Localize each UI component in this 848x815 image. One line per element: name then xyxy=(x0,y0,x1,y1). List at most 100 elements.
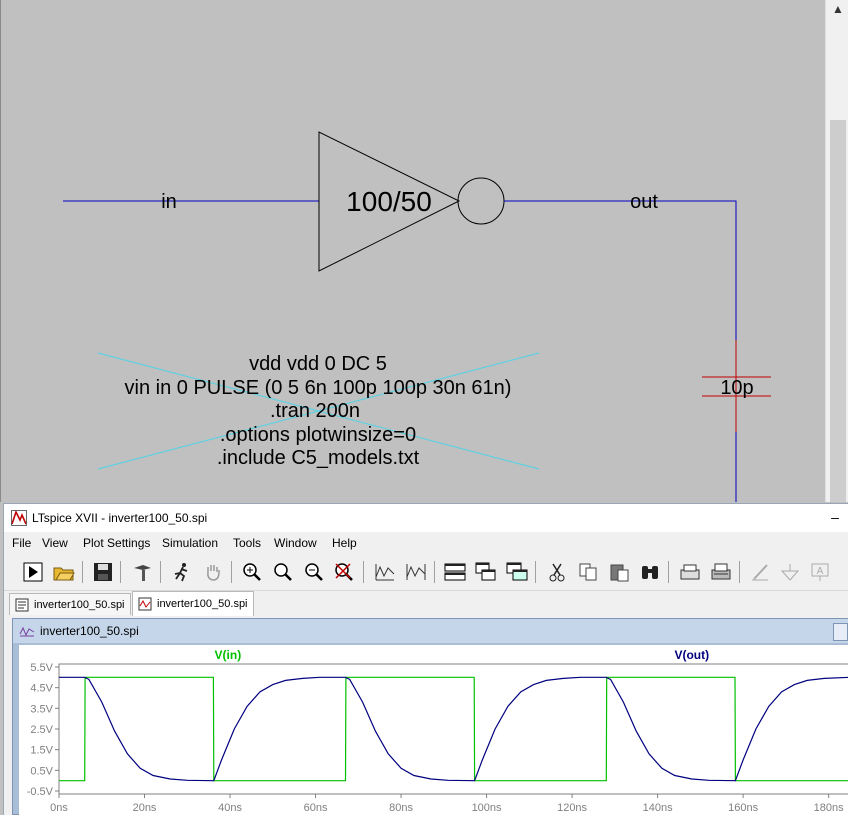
y-tick-label: 4.5V xyxy=(30,683,53,695)
menu-tools[interactable]: Tools xyxy=(233,536,261,550)
x-tick-label: 140ns xyxy=(643,802,673,814)
tab-waveform[interactable]: inverter100_50.spi xyxy=(132,591,254,616)
menu-simulation[interactable]: Simulation xyxy=(162,536,218,550)
x-tick-label: 80ns xyxy=(389,802,413,814)
toolbar-separator xyxy=(739,561,740,583)
schematic-doc-icon xyxy=(15,598,29,612)
scroll-up-icon[interactable]: ▲ xyxy=(826,0,848,18)
waveform-chart: 5.5V 4.5V 3.5V 2.5V 1.5V 0.5V -0.5V 0ns 20ns 40ns… xyxy=(27,648,848,814)
menu-bar: File View Plot Settings Simulation Tools… xyxy=(4,532,848,554)
spice-directive: vdd vdd 0 DC 5 xyxy=(249,353,387,375)
restore-button[interactable] xyxy=(833,623,848,641)
menu-label: Tools xyxy=(233,536,262,550)
net-label-out: out xyxy=(630,191,658,213)
menu-view[interactable]: View xyxy=(42,536,68,550)
x-tick-label: 20ns xyxy=(133,802,157,814)
spice-directive: vin in 0 PULSE (0 5 6n 100p 100p 30n 61n… xyxy=(125,377,512,399)
ltspice-window: LTspice XVII - inverter100_50.spi – File… xyxy=(3,503,848,815)
zoom-in-icon[interactable] xyxy=(240,560,264,584)
svg-text:A: A xyxy=(817,566,824,577)
halt-icon[interactable] xyxy=(170,560,194,584)
window-title: LTspice XVII - inverter100_50.spi xyxy=(32,511,208,525)
net-label-in: in xyxy=(161,191,177,213)
open-icon[interactable] xyxy=(52,560,76,584)
zoom-area-icon[interactable] xyxy=(271,560,295,584)
print-preview-icon[interactable] xyxy=(678,560,702,584)
copy-icon[interactable] xyxy=(576,560,600,584)
menu-label: File xyxy=(12,536,32,550)
capacitor-label: 10p xyxy=(720,377,753,399)
plot-window: inverter100_50.spi 5.5V 4.5V 3.5V 2.5V 1.5V 0… xyxy=(12,618,848,815)
toolbar-separator xyxy=(82,561,83,583)
pan-icon[interactable] xyxy=(201,560,225,584)
x-tick-label: 180ns xyxy=(814,802,844,814)
x-tick-label: 0ns xyxy=(50,802,68,814)
y-tick-label: 0.5V xyxy=(30,765,53,777)
find-icon[interactable] xyxy=(638,560,662,584)
menu-window[interactable]: Window xyxy=(274,536,317,550)
menu-label: Plot Settings xyxy=(83,536,151,550)
title-bar[interactable]: LTspice XVII - inverter100_50.spi – xyxy=(4,504,848,532)
waveform-plot[interactable]: 5.5V 4.5V 3.5V 2.5V 1.5V 0.5V -0.5V 0ns 20ns 40ns… xyxy=(19,645,848,815)
print-icon[interactable] xyxy=(709,560,733,584)
toolbar-separator xyxy=(231,561,232,583)
y-tick-label: 3.5V xyxy=(30,703,53,715)
menu-label: Help xyxy=(332,536,357,550)
minimize-button[interactable]: – xyxy=(827,507,843,527)
toolbar-separator xyxy=(160,561,161,583)
zoom-out-icon[interactable] xyxy=(302,560,326,584)
wire-out xyxy=(504,200,737,502)
ltspice-app-icon xyxy=(11,510,27,526)
autorange-icon[interactable] xyxy=(373,560,397,584)
run-icon[interactable] xyxy=(21,560,45,584)
y-tick-label: -0.5V xyxy=(27,786,54,798)
control-panel-icon[interactable] xyxy=(130,560,154,584)
tile-horizontal-icon[interactable] xyxy=(443,560,467,584)
waveform-doc-icon xyxy=(138,597,152,611)
tab-label: inverter100_50.spi xyxy=(157,598,248,610)
menu-label: View xyxy=(42,536,68,550)
x-tick-label: 60ns xyxy=(304,802,328,814)
ground-icon[interactable] xyxy=(778,560,802,584)
scrollbar-thumb[interactable] xyxy=(830,120,846,502)
paste-icon[interactable] xyxy=(607,560,631,584)
cascade-icon[interactable] xyxy=(474,560,498,584)
spice-directive: .tran 200n xyxy=(270,400,360,422)
schematic-canvas[interactable]: in 100/50 out 10p vdd vdd 0 DC 5 vin in … xyxy=(0,0,848,502)
wire-icon[interactable] xyxy=(748,560,772,584)
fit-icon[interactable] xyxy=(404,560,428,584)
tab-schematic[interactable]: inverter100_50.spi xyxy=(9,593,131,615)
vertical-scrollbar[interactable]: ▲ xyxy=(825,0,848,502)
spice-directive: .options plotwinsize=0 xyxy=(220,424,416,446)
y-tick-label: 2.5V xyxy=(30,724,53,736)
x-tick-label: 120ns xyxy=(557,802,587,814)
menu-file[interactable]: File xyxy=(12,536,31,550)
legend-label: V(out) xyxy=(674,648,709,662)
menu-plot-settings[interactable]: Plot Settings xyxy=(83,536,150,550)
toolbar-separator xyxy=(668,561,669,583)
x-tick-label: 160ns xyxy=(728,802,758,814)
spice-directive: .include C5_models.txt xyxy=(217,447,420,469)
menu-label: Simulation xyxy=(162,536,219,550)
tile-vertical-icon[interactable] xyxy=(505,560,529,584)
menu-label: Window xyxy=(274,536,317,550)
y-tick-label: 5.5V xyxy=(30,662,53,674)
series-line-vout xyxy=(59,676,848,782)
series-line-vin xyxy=(59,676,848,782)
cut-icon[interactable] xyxy=(545,560,569,584)
toolbar: A xyxy=(4,554,848,591)
schematic-drawing: in 100/50 out 10p vdd vdd 0 DC 5 vin in … xyxy=(63,131,771,502)
plot-title-bar[interactable]: inverter100_50.spi xyxy=(13,619,848,643)
label-net-icon[interactable]: A xyxy=(808,560,832,584)
tab-label: inverter100_50.spi xyxy=(34,599,125,611)
zoom-cancel-icon[interactable] xyxy=(332,560,356,584)
toolbar-separator xyxy=(434,561,435,583)
x-tick-label: 100ns xyxy=(472,802,502,814)
inverter-label: 100/50 xyxy=(346,186,432,217)
toolbar-separator xyxy=(120,561,121,583)
menu-help[interactable]: Help xyxy=(332,536,357,550)
save-icon[interactable] xyxy=(91,560,115,584)
plot-window-title: inverter100_50.spi xyxy=(40,624,139,638)
waveform-window-icon xyxy=(19,626,35,637)
y-tick-label: 1.5V xyxy=(30,745,53,757)
